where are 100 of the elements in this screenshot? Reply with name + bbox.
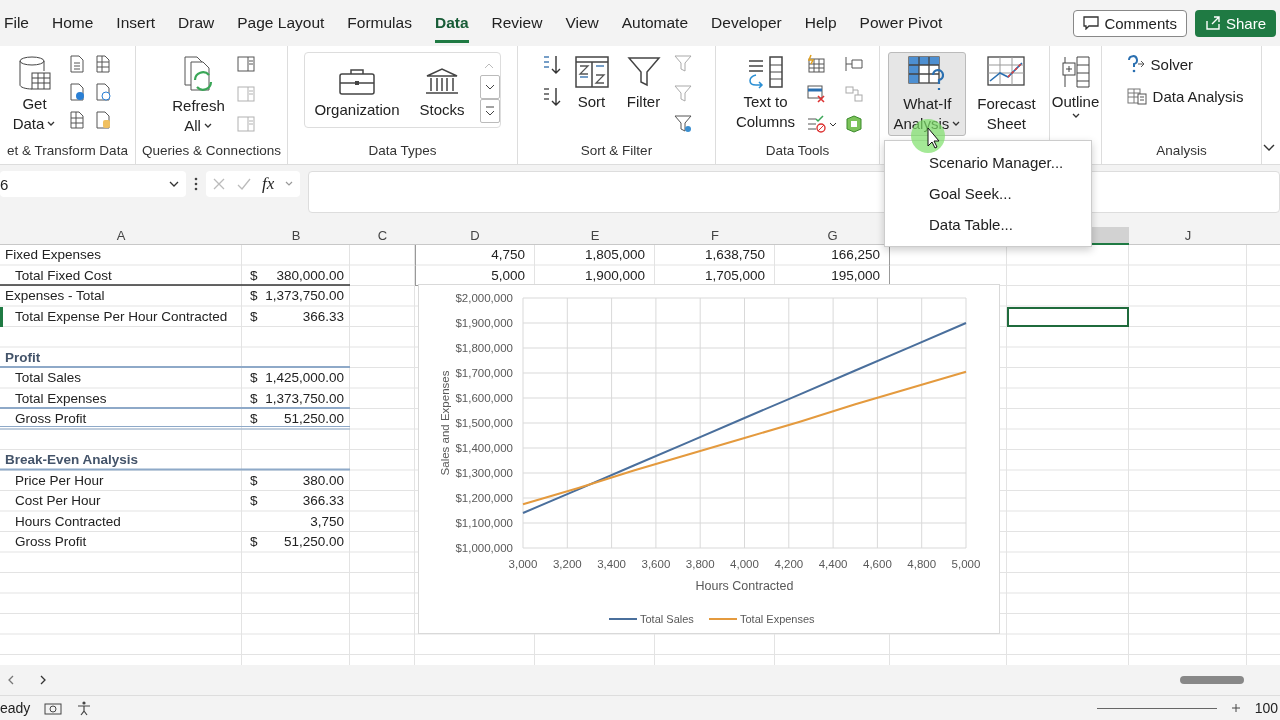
forecast-sheet-button[interactable]: Forecast Sheet — [972, 52, 1041, 136]
caret-icon[interactable] — [1070, 112, 1081, 120]
insert-function-button[interactable]: fx — [262, 174, 275, 194]
advanced-filter-icon[interactable] — [672, 114, 693, 134]
menu-item[interactable]: Data Table... — [885, 209, 1091, 240]
collapse-ribbon-icon[interactable] — [1262, 142, 1276, 152]
y-tick-label: $1,300,000 — [455, 467, 513, 479]
y-tick-label: $1,600,000 — [455, 392, 513, 404]
what-if-analysis-button[interactable]: What-If Analysis — [888, 52, 967, 136]
row-label: Cost Per Hour — [14, 492, 102, 510]
share-button[interactable]: Share — [1194, 9, 1276, 37]
data-model-icon[interactable] — [844, 114, 865, 134]
column-header[interactable]: A — [0, 227, 242, 245]
x-tick-label: 3,600 — [641, 558, 671, 570]
amount-value: 3,750 — [310, 512, 344, 531]
y-tick-label: $1,700,000 — [455, 367, 513, 379]
x-tick-label: 3,400 — [597, 558, 626, 570]
ribbon-tab[interactable]: File — [4, 3, 29, 43]
legend-entry: Total Sales — [608, 613, 694, 625]
group-label: et & Transform Data — [6, 143, 129, 160]
x-tick-label: 5,000 — [951, 558, 981, 570]
amount-value: 1,373,750.00 — [265, 389, 344, 408]
x-axis-title: Hours Contracted — [695, 579, 794, 593]
y-tick-label: $1,200,000 — [455, 492, 513, 504]
ribbon-tab[interactable]: Help — [804, 3, 837, 43]
x-tick-label: 4,800 — [907, 558, 937, 570]
filter-button[interactable]: Filter — [620, 52, 667, 114]
x-tick-label: 4,200 — [774, 558, 804, 570]
ribbon-tab[interactable]: Power Pivot — [859, 3, 943, 43]
row-label: Total Expenses — [14, 389, 108, 408]
ribbon-tab[interactable]: Automate — [621, 3, 689, 43]
column-header[interactable]: B — [242, 227, 350, 245]
ribbon-tab[interactable]: Draw — [178, 3, 215, 43]
expand-gallery-icon[interactable] — [479, 99, 500, 123]
filter-icon — [625, 55, 662, 89]
ribbon-tab[interactable]: View — [565, 3, 599, 43]
menu-item[interactable]: Goal Seek... — [885, 178, 1091, 209]
flash-fill-icon[interactable] — [806, 54, 827, 74]
consolidate-icon[interactable] — [844, 54, 865, 74]
y-axis-title: Sales and Expenses — [439, 370, 451, 476]
ribbon-tab[interactable]: Insert — [116, 3, 156, 43]
table-value: 1,900,000 — [584, 267, 645, 283]
organization-button[interactable]: Organization — [309, 58, 405, 122]
x-tick-label: 4,400 — [818, 558, 848, 570]
group-label: Data Tools — [764, 143, 831, 160]
amount-value: 1,425,000.00 — [265, 369, 344, 387]
solver-button[interactable]: Solver — [1122, 52, 1197, 76]
column-header[interactable]: F — [655, 227, 775, 245]
legend-label: Total Sales — [640, 613, 695, 625]
amount-value: 1,373,750.00 — [265, 287, 344, 305]
column-header[interactable]: J — [1129, 227, 1247, 245]
caret-icon[interactable] — [951, 119, 962, 128]
accessibility-icon[interactable] — [76, 700, 93, 716]
group-label: Queries & Connections — [141, 143, 282, 160]
briefcase-icon — [338, 67, 376, 97]
y-tick-label: $1,100,000 — [455, 517, 513, 529]
horizontal-scrollbar[interactable] — [1180, 676, 1244, 684]
camera-icon[interactable] — [44, 701, 63, 715]
data-validation-icon[interactable] — [806, 114, 839, 134]
active-cell[interactable] — [1007, 306, 1129, 327]
currency-symbol: $ — [250, 307, 258, 326]
get-data-button[interactable]: Get Data — [7, 52, 62, 136]
zoom-in-icon[interactable] — [1230, 703, 1241, 713]
zoom-level: 100 — [1254, 700, 1279, 716]
ribbon-tab[interactable]: Review — [491, 3, 543, 43]
comment-icon — [1083, 16, 1100, 30]
group-label: Sort & Filter — [579, 143, 654, 160]
data-analysis-button[interactable]: Data Analysis — [1122, 84, 1247, 108]
stocks-button[interactable]: Stocks — [414, 58, 470, 122]
next-sheet-icon[interactable] — [38, 674, 48, 686]
question-arrow-icon — [1125, 54, 1146, 74]
amount-value: 366.33 — [302, 492, 344, 510]
refresh-all-button[interactable]: Refresh All — [167, 52, 230, 138]
ribbon-tab[interactable]: Data — [434, 3, 469, 43]
ribbon-tab[interactable]: Home — [52, 3, 94, 43]
line-chart[interactable] — [418, 284, 1000, 634]
previous-sheet-icon[interactable] — [6, 674, 16, 686]
column-header[interactable]: C — [350, 227, 415, 245]
share-icon — [1204, 16, 1221, 30]
menu-item[interactable]: Scenario Manager... — [885, 147, 1091, 178]
more-options-icon[interactable] — [194, 177, 198, 191]
table-value: 1,805,000 — [584, 247, 645, 262]
table-value: 195,000 — [831, 267, 880, 283]
table-value: 1,705,000 — [704, 267, 765, 283]
x-tick-label: 3,800 — [685, 558, 715, 570]
panel-icon[interactable] — [235, 54, 256, 74]
ribbon-tab[interactable]: Page Layout — [237, 3, 325, 43]
remove-duplicates-icon[interactable] — [806, 84, 827, 104]
comments-button[interactable]: Comments — [1073, 9, 1187, 37]
sort-button[interactable]: Sort — [568, 52, 615, 114]
text-to-columns-button[interactable]: Text to Columns — [730, 52, 801, 134]
column-header[interactable]: E — [535, 227, 655, 245]
ribbon-tab[interactable]: Formulas — [347, 3, 412, 43]
name-box[interactable]: 6 — [0, 171, 186, 197]
column-header[interactable]: D — [415, 227, 535, 245]
ribbon-tab[interactable]: Developer — [711, 3, 782, 43]
caret-icon[interactable] — [202, 121, 213, 130]
caret-icon[interactable] — [46, 119, 57, 128]
outline-button[interactable]: Outline — [1046, 52, 1105, 123]
row-label: Price Per Hour — [14, 471, 105, 490]
